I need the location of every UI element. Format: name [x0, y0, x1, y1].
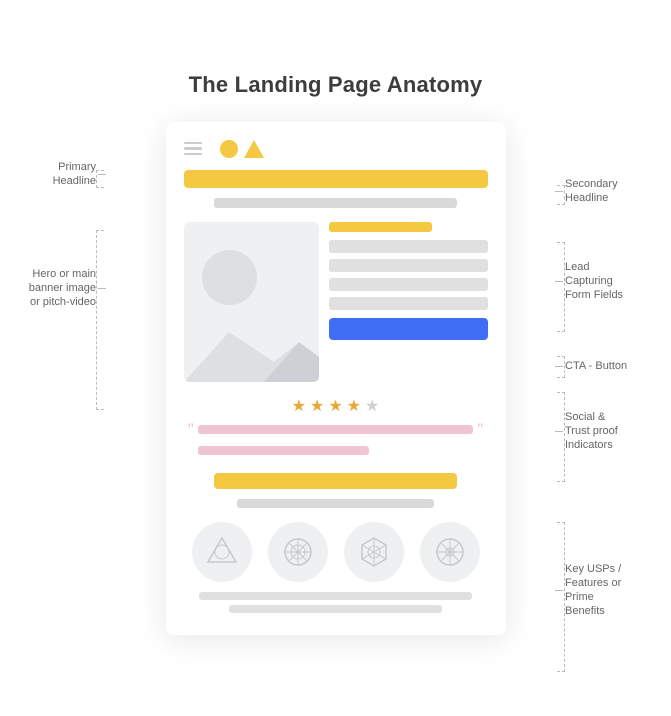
mock-usp-subline-bar — [237, 499, 435, 508]
mock-logo-circle — [220, 140, 238, 158]
page-title: The Landing Page Anatomy — [10, 72, 661, 98]
mock-hero-circle — [202, 250, 257, 305]
mock-usp-line-2 — [229, 605, 442, 613]
mock-topbar — [184, 140, 488, 158]
star-5: ★ — [365, 396, 379, 416]
mock-form-label-bar — [329, 222, 432, 232]
mock-testimonial-bar-1 — [198, 425, 473, 434]
mock-content-row — [184, 222, 488, 382]
mock-usp-line-1 — [199, 592, 473, 600]
star-4: ★ — [347, 396, 361, 416]
label-cta: CTA - Button — [565, 359, 660, 373]
mock-testimonial-row-1: " " — [188, 422, 484, 438]
mock-logo — [220, 140, 264, 158]
mock-usp-icons-row — [184, 522, 488, 582]
mock-input-field-2 — [329, 259, 488, 272]
mock-quote-open-1: " — [188, 422, 195, 438]
mock-hero-image — [184, 222, 319, 382]
mock-input-field-3 — [329, 278, 488, 291]
label-social-trust: Social &Trust proofIndicators — [565, 410, 660, 453]
mock-input-field-4 — [329, 297, 488, 310]
mock-testimonials: " " " — [184, 422, 488, 459]
mock-cta-button — [329, 318, 488, 340]
star-2: ★ — [310, 396, 324, 416]
mock-quote-close-1: " — [477, 422, 484, 438]
right-labels: SecondaryHeadline LeadCapturingForm Fiel… — [551, 122, 661, 635]
star-3: ★ — [328, 396, 342, 416]
label-lead-capture: LeadCapturingForm Fields — [565, 260, 660, 303]
label-key-usps: Key USPs /Features orPrimeBenefits — [565, 562, 660, 619]
mock-section-usps — [184, 473, 488, 613]
mock-primary-headline-bar — [184, 170, 488, 188]
mock-testimonial-row-2: " — [188, 443, 484, 459]
diagram-wrapper: PrimaryHeadline Hero or mainbanner image… — [10, 122, 661, 635]
mock-usp-icon-1 — [192, 522, 252, 582]
mock-testimonial-bar-2 — [198, 446, 369, 455]
mock-usp-icon-3 — [344, 522, 404, 582]
label-secondary-headline: SecondaryHeadline — [565, 177, 660, 206]
star-1: ★ — [292, 396, 306, 416]
label-primary-headline: PrimaryHeadline — [8, 160, 96, 189]
mock-usp-icon-2 — [268, 522, 328, 582]
mock-logo-triangle — [244, 140, 264, 158]
mockup-card: ★ ★ ★ ★ ★ " " " — [166, 122, 506, 635]
mock-hamburger-icon — [184, 142, 202, 156]
mock-stars: ★ ★ ★ ★ ★ — [184, 396, 488, 416]
mock-usp-headline-bar — [214, 473, 457, 489]
mock-secondary-headline-bar — [214, 198, 457, 208]
mock-usp-icon-4 — [420, 522, 480, 582]
mock-hero-mountain-icon — [184, 302, 319, 382]
mock-form-fields — [329, 222, 488, 382]
mock-usp-text-lines — [184, 592, 488, 613]
label-hero: Hero or mainbanner imageor pitch-video — [8, 267, 96, 310]
page-wrapper: The Landing Page Anatomy PrimaryHeadline… — [0, 52, 671, 665]
mock-input-field-1 — [329, 240, 488, 253]
left-labels: PrimaryHeadline Hero or mainbanner image… — [10, 122, 110, 635]
